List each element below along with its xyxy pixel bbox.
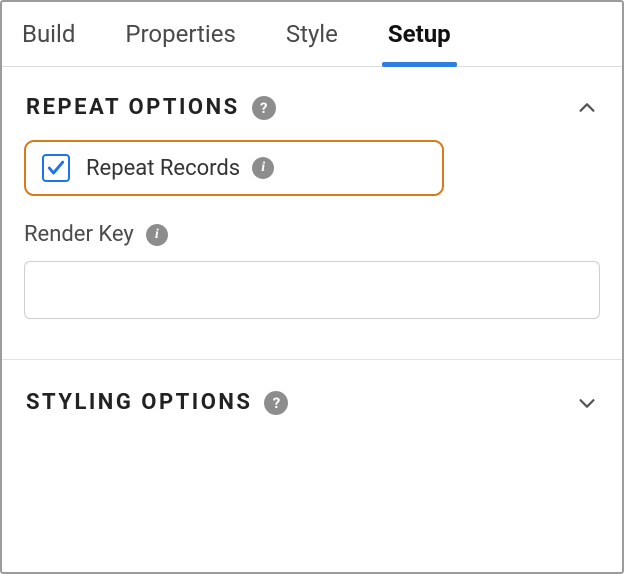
render-key-label: Render Key [24,222,134,247]
section-body-repeat: Repeat Records Render Key [2,134,622,359]
render-key-field: Render Key [24,222,600,319]
chevron-down-icon [576,392,598,414]
repeat-records-row: Repeat Records [24,140,444,196]
sections: REPEAT OPTIONS Repeat Records R [2,67,622,572]
repeat-records-label: Repeat Records [86,156,240,181]
settings-panel: Build Properties Style Setup REPEAT OPTI… [0,0,624,574]
help-icon[interactable] [264,391,288,415]
section-repeat-options: REPEAT OPTIONS Repeat Records R [2,67,622,360]
render-key-input[interactable] [24,261,600,319]
chevron-up-icon [576,97,598,119]
help-icon[interactable] [252,96,276,120]
section-styling-options: STYLING OPTIONS [2,360,622,445]
tab-properties[interactable]: Properties [125,2,235,66]
info-icon[interactable] [252,157,274,179]
section-title-styling: STYLING OPTIONS [26,390,252,415]
tab-style[interactable]: Style [286,2,338,66]
tab-bar: Build Properties Style Setup [2,2,622,67]
section-title-repeat: REPEAT OPTIONS [26,95,240,120]
section-header-repeat[interactable]: REPEAT OPTIONS [2,67,622,134]
repeat-records-checkbox[interactable] [42,154,70,182]
tab-build[interactable]: Build [22,2,75,66]
info-icon[interactable] [146,224,168,246]
section-header-styling[interactable]: STYLING OPTIONS [2,360,622,445]
tab-setup[interactable]: Setup [388,2,451,66]
